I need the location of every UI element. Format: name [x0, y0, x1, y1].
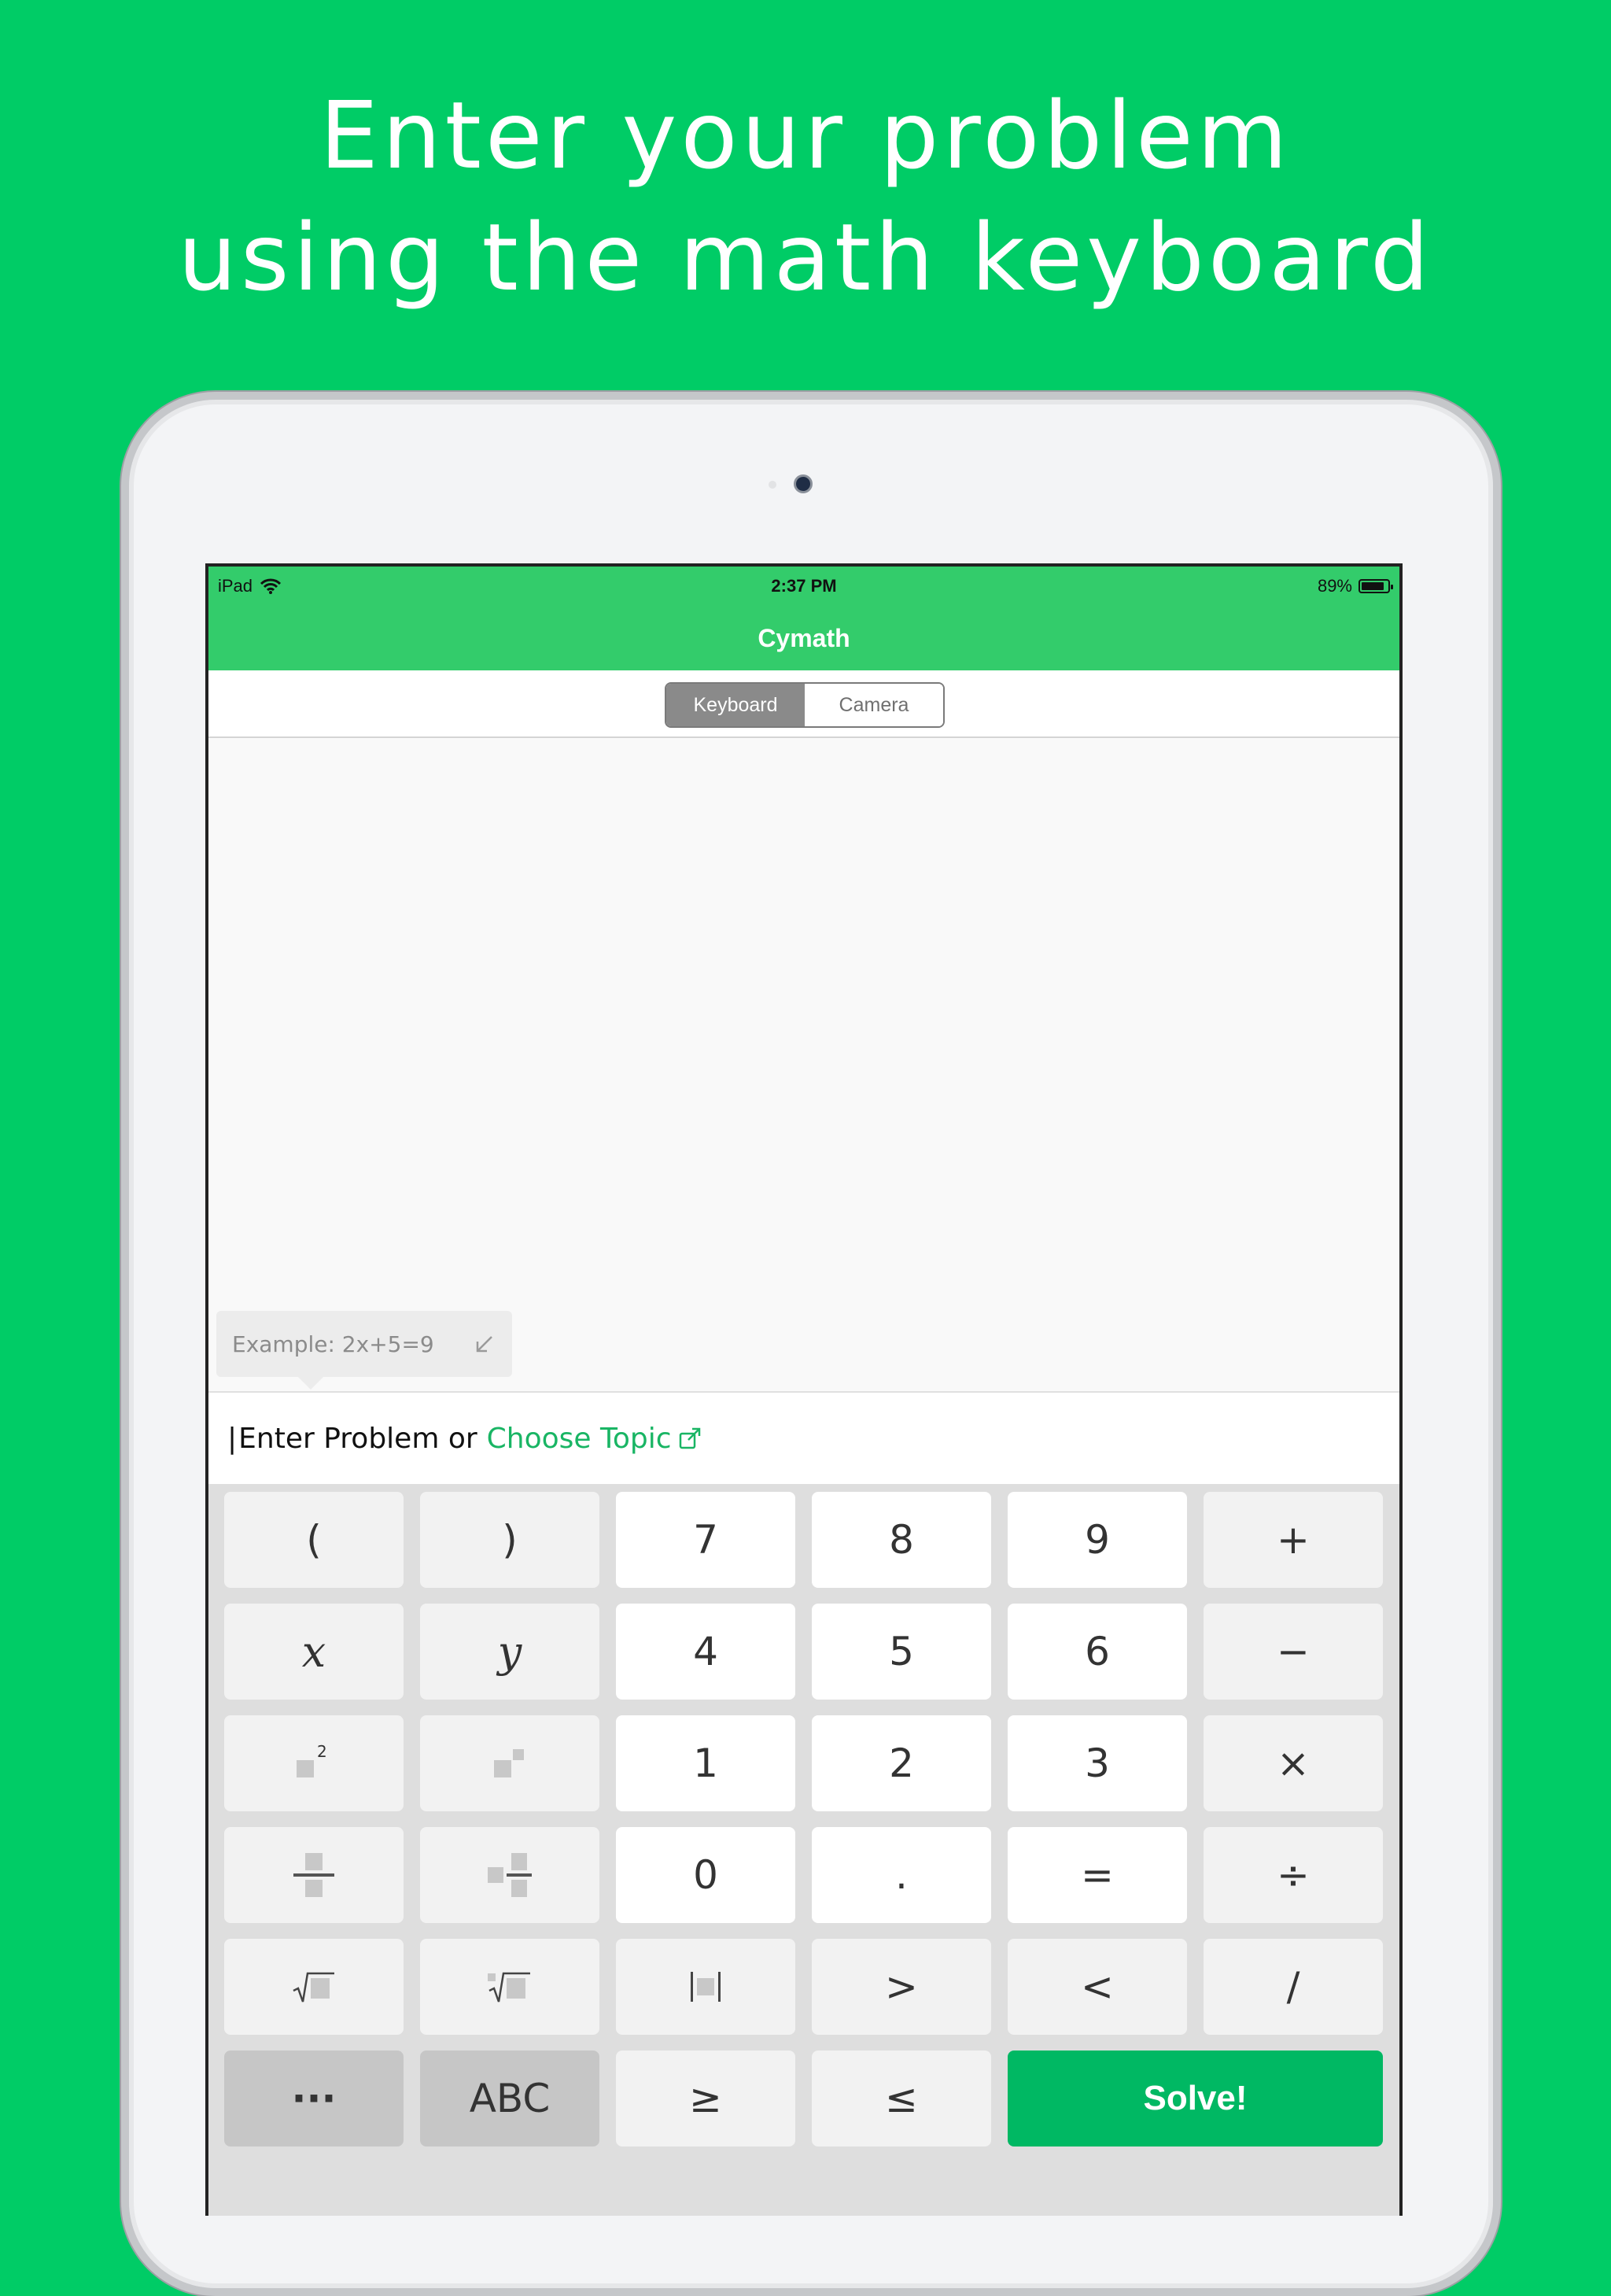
choose-topic-link[interactable]: Choose Topic	[487, 1423, 702, 1455]
problem-input[interactable]: | Enter Problem or Choose Topic	[208, 1391, 1399, 1484]
key-decimal[interactable]: .	[812, 1827, 991, 1923]
fraction-icon	[293, 1853, 334, 1897]
square-icon: 2	[297, 1742, 327, 1777]
key-6[interactable]: 6	[1008, 1604, 1187, 1700]
input-mode-segmented-control: Keyboard Camera	[665, 682, 945, 728]
key-8[interactable]: 8	[812, 1492, 991, 1588]
external-link-icon	[679, 1427, 700, 1449]
power-icon	[494, 1749, 524, 1777]
battery-icon	[1358, 579, 1393, 593]
abs-value-icon	[691, 1972, 721, 2002]
text-caret: |	[227, 1422, 238, 1455]
sensor-dot	[769, 481, 776, 489]
key-more[interactable]: ···	[224, 2051, 404, 2147]
status-bar: iPad 2:37 PM 89%	[208, 567, 1399, 606]
key-4[interactable]: 4	[616, 1604, 795, 1700]
mixed-fraction-icon	[488, 1853, 532, 1897]
key-2[interactable]: 2	[812, 1715, 991, 1811]
key-plus[interactable]: +	[1204, 1492, 1383, 1588]
key-0[interactable]: 0	[616, 1827, 795, 1923]
choose-topic-label: Choose Topic	[486, 1422, 672, 1455]
nth-root-icon	[488, 1972, 530, 2003]
headline: Enter your problem using the math keyboa…	[0, 75, 1611, 319]
example-text: Example: 2x+5=9	[232, 1331, 434, 1357]
key-minus[interactable]: −	[1204, 1604, 1383, 1700]
key-slash[interactable]: /	[1204, 1939, 1383, 2035]
key-equals[interactable]: =	[1008, 1827, 1187, 1923]
key-sqrt[interactable]	[224, 1939, 404, 2035]
sqrt-icon	[293, 1972, 334, 2003]
key-fraction[interactable]	[224, 1827, 404, 1923]
math-keyboard: ( ) 7 8 9 + x y 4 5 6 − 2 1 2 3 × 0 . = …	[208, 1484, 1399, 2216]
key-7[interactable]: 7	[616, 1492, 795, 1588]
front-camera	[794, 474, 813, 493]
key-greater-equal[interactable]: ≥	[616, 2051, 795, 2147]
tab-camera[interactable]: Camera	[805, 684, 943, 726]
battery-percent: 89%	[1317, 576, 1352, 596]
key-mixed-fraction[interactable]	[420, 1827, 599, 1923]
key-less-equal[interactable]: ≤	[812, 2051, 991, 2147]
battery-fill	[1362, 582, 1384, 590]
tab-keyboard[interactable]: Keyboard	[666, 684, 805, 726]
status-right: 89%	[1317, 576, 1393, 596]
key-square[interactable]: 2	[224, 1715, 404, 1811]
segment-bar: Keyboard Camera	[208, 670, 1399, 738]
collapse-arrow-icon[interactable]	[473, 1332, 496, 1356]
solve-button[interactable]: Solve!	[1008, 2051, 1383, 2147]
key-close-paren[interactable]: )	[420, 1492, 599, 1588]
headline-line-1: Enter your problem	[319, 81, 1292, 190]
key-abs-value[interactable]	[616, 1939, 795, 2035]
key-x[interactable]: x	[224, 1604, 404, 1700]
work-area: Example: 2x+5=9	[208, 738, 1399, 1391]
key-abc[interactable]: ABC	[420, 2051, 599, 2147]
nav-bar-title: Cymath	[208, 606, 1399, 670]
key-power[interactable]	[420, 1715, 599, 1811]
key-5[interactable]: 5	[812, 1604, 991, 1700]
key-divide[interactable]: ÷	[1204, 1827, 1383, 1923]
headline-line-2: using the math keyboard	[178, 203, 1433, 312]
key-1[interactable]: 1	[616, 1715, 795, 1811]
ipad-screen: iPad 2:37 PM 89% Cymath Keyboard Camera …	[205, 563, 1403, 2216]
superscript-two: 2	[317, 1742, 327, 1761]
key-y[interactable]: y	[420, 1604, 599, 1700]
key-greater-than[interactable]: >	[812, 1939, 991, 2035]
example-tooltip[interactable]: Example: 2x+5=9	[216, 1311, 512, 1390]
key-3[interactable]: 3	[1008, 1715, 1187, 1811]
key-9[interactable]: 9	[1008, 1492, 1187, 1588]
key-open-paren[interactable]: (	[224, 1492, 404, 1588]
key-multiply[interactable]: ×	[1204, 1715, 1383, 1811]
status-time: 2:37 PM	[771, 576, 837, 596]
key-nth-root[interactable]	[420, 1939, 599, 2035]
input-placeholder: Enter Problem or	[238, 1422, 477, 1455]
key-less-than[interactable]: <	[1008, 1939, 1187, 2035]
